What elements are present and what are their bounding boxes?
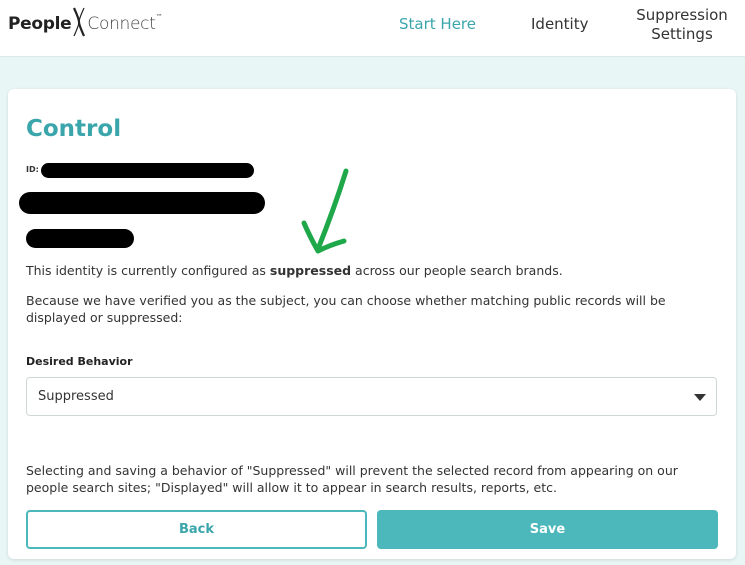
nav-start-here[interactable]: Start Here bbox=[399, 15, 476, 34]
logo-x-icon bbox=[72, 7, 86, 41]
annotation-arrow-icon bbox=[301, 168, 349, 254]
control-card: Control ID: This identity is currently c… bbox=[8, 89, 736, 559]
desired-behavior-value: Suppressed bbox=[38, 389, 114, 404]
people-connect-logo[interactable]: People Connect ™ bbox=[8, 7, 163, 41]
status-text: This identity is currently configured as… bbox=[26, 262, 563, 279]
status-prefix: This identity is currently configured as bbox=[26, 263, 270, 278]
dropdown-caret-icon bbox=[694, 394, 706, 401]
back-button[interactable]: Back bbox=[26, 510, 367, 549]
behavior-note-text: Selecting and saving a behavior of "Supp… bbox=[26, 463, 678, 495]
redaction-bar-id bbox=[41, 163, 254, 178]
nav-suppression-settings[interactable]: Suppression Settings bbox=[630, 6, 734, 44]
logo-text-people: People bbox=[8, 14, 72, 34]
id-label: ID: bbox=[26, 165, 39, 174]
save-button[interactable]: Save bbox=[377, 510, 718, 549]
redaction-bar-detail bbox=[26, 229, 134, 248]
desired-behavior-select[interactable]: Suppressed bbox=[26, 377, 717, 416]
nav-identity[interactable]: Identity bbox=[531, 15, 589, 34]
status-suffix: across our people search brands. bbox=[351, 263, 563, 278]
page-title: Control bbox=[26, 116, 122, 142]
explanation-text: Because we have verified you as the subj… bbox=[26, 293, 666, 325]
redaction-bar-name bbox=[19, 192, 265, 214]
status-value: suppressed bbox=[269, 263, 352, 278]
logo-trademark: ™ bbox=[155, 13, 163, 21]
top-navigation-bar: People Connect ™ Start Here Identity Sup… bbox=[0, 0, 745, 57]
logo-text-connect: Connect bbox=[87, 14, 156, 34]
desired-behavior-label: Desired Behavior bbox=[26, 355, 133, 368]
